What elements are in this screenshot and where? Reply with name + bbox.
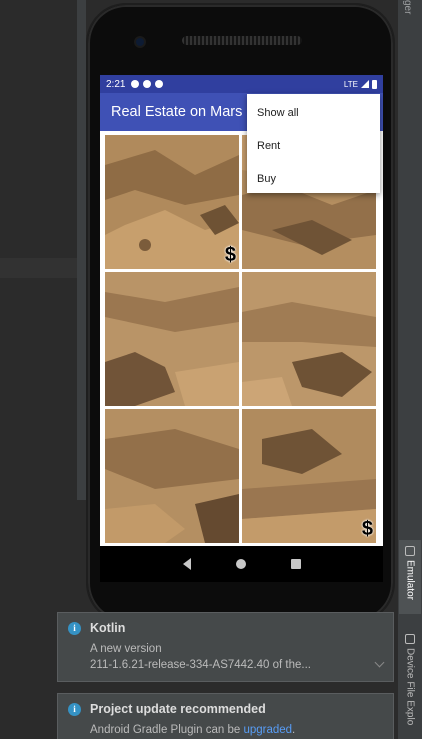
tab-emulator-label: Emulator [404,560,416,601]
mars-photo [105,409,239,543]
property-tile[interactable] [105,409,239,543]
for-sale-badge: $ [224,244,236,266]
notification-text-prefix: Android Gradle Plugin can be [90,724,244,736]
status-right-icons: LTE [343,79,377,89]
upgrade-link[interactable]: upgraded [243,724,292,736]
notification-text: 211-1.6.21-release-334-AS7442.40 of the.… [90,659,311,671]
network-label: LTE [343,79,358,89]
earpiece-speaker [182,36,302,45]
notification-project-update[interactable]: i Project update recommended Android Gra… [57,693,394,739]
notification-title: Kotlin [90,621,126,635]
navigation-bar [100,546,383,582]
ide-current-line [0,258,78,278]
overflow-menu: Show all Rent Buy [247,94,380,193]
mars-photo [242,272,376,406]
info-icon: i [68,622,81,635]
for-sale-badge: $ [361,518,373,540]
ide-scrollbar[interactable] [77,0,86,500]
photo-grid: $ $ [105,135,379,546]
tab-device-file-explorer[interactable]: Device File Explo [399,628,421,739]
device-file-explorer-icon [405,634,415,644]
property-tile[interactable] [242,272,376,406]
menu-item-rent[interactable]: Rent [247,129,380,162]
mars-photo [105,272,239,406]
battery-icon [372,79,377,89]
mars-photo [242,409,376,543]
shield-icon [143,80,152,88]
property-tile[interactable]: $ [105,135,239,269]
sync-icon [155,80,164,88]
notification-text: A new version [90,643,162,655]
ide-top-right-label[interactable]: ger [402,0,413,14]
property-tile[interactable]: $ [242,409,376,543]
back-icon[interactable] [182,558,191,570]
notification-title: Project update recommended [90,702,266,716]
home-icon[interactable] [235,559,246,569]
tab-device-file-explorer-label: Device File Explo [404,648,416,726]
app-title: Real Estate on Mars [111,104,243,120]
info-icon: i [68,703,81,716]
notification-text: Android Gradle Plugin can be upgraded. [90,722,383,738]
property-tile[interactable] [105,272,239,406]
settings-icon [131,80,140,88]
notification-text-suffix: . [292,724,296,736]
status-bar: 2:21 LTE [100,75,383,93]
front-camera [134,36,146,48]
mars-photo [105,135,239,269]
menu-item-buy[interactable]: Buy [247,162,380,195]
menu-item-show-all[interactable]: Show all [247,96,380,129]
tab-emulator[interactable]: Emulator [399,540,421,614]
notification-kotlin[interactable]: i Kotlin A new version 211-1.6.21-releas… [57,612,394,682]
recents-icon[interactable] [290,559,301,569]
emulator-icon [405,546,415,556]
signal-icon [361,80,369,88]
status-time: 2:21 [106,78,126,90]
